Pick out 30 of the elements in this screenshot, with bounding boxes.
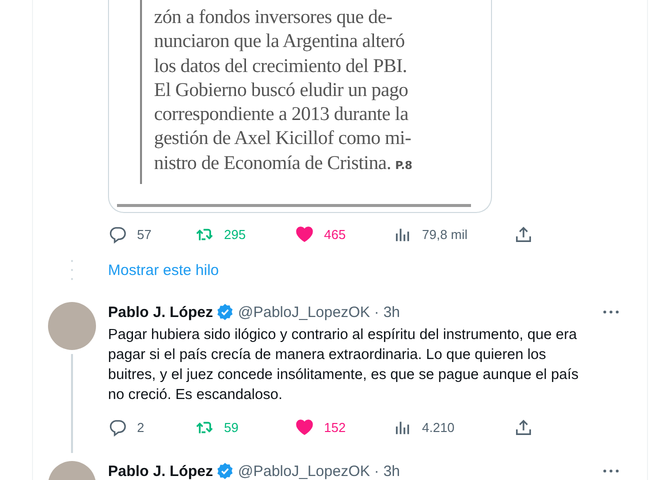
speech-bubble-icon <box>108 418 127 436</box>
views-button[interactable]: 79,8 mil <box>393 224 514 244</box>
clipping-text-line: correspondiente a 2013 durante la <box>154 103 410 128</box>
newspaper-clipping[interactable] <box>108 0 492 213</box>
share-icon <box>514 418 533 436</box>
reply-button[interactable]: 57 <box>108 224 195 244</box>
like-button[interactable]: 152 <box>295 418 393 436</box>
more-options-icon[interactable] <box>603 310 619 314</box>
clipping-text-line: gestión de Axel Kicillof como mi- <box>154 127 412 152</box>
views-button[interactable]: 4.210 <box>393 418 514 436</box>
page-reference: P.8 <box>395 158 412 172</box>
share-icon <box>514 224 533 244</box>
handle-and-time: @PabloJ_LopezOK · 3h <box>238 462 400 480</box>
speech-bubble-icon <box>108 224 127 244</box>
share-button[interactable] <box>514 224 533 244</box>
author-name[interactable]: Pablo J. López <box>108 304 214 320</box>
clipping-text-line: zón a fondos inversores que de- <box>154 6 394 30</box>
handle-and-time: @PabloJ_LopezOK · 3h <box>238 304 400 320</box>
heart-icon <box>295 418 314 436</box>
like-button[interactable]: 465 <box>295 224 393 244</box>
heart-icon <box>295 224 314 244</box>
clipping-text-line: nunciaron que la Argentina alteró <box>154 30 406 54</box>
tweet-text: Pagar hubiera sido ilógico y contrario al espíritu del instrumento, que era pagar si el país crecía de manera extraordinaria. Lo que quieren los buitres, y el juez concede insólitamente, es que se pague aunque el país no creció. Es escandaloso. <box>108 326 580 405</box>
share-button[interactable] <box>514 418 533 436</box>
reply-button[interactable]: 2 <box>108 418 195 436</box>
clipping-text-line: los datos del crecimiento del PBI. <box>154 54 408 79</box>
author-name[interactable]: Pablo J. López <box>108 462 214 480</box>
clipping-text-line: El Gobierno buscó eludir un pago <box>154 78 410 103</box>
clipping-text-line: nistro de Economía de Cristina. P.8 <box>154 152 412 176</box>
more-options-icon[interactable] <box>603 469 619 473</box>
